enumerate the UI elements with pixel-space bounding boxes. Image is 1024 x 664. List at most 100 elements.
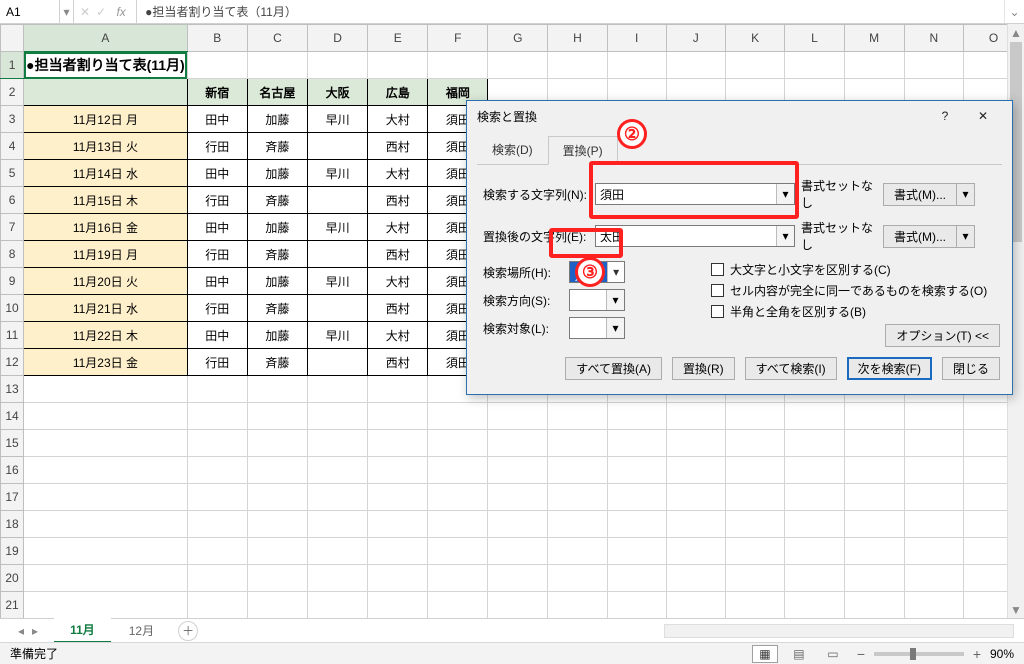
cell[interactable] xyxy=(24,430,188,457)
col-header[interactable]: H xyxy=(548,25,608,52)
cell[interactable] xyxy=(548,484,608,511)
cell[interactable] xyxy=(428,52,488,79)
cell[interactable] xyxy=(308,376,368,403)
cell[interactable]: 加藤 xyxy=(247,268,307,295)
find-format-button[interactable]: 書式(M)... xyxy=(883,183,957,206)
cell[interactable] xyxy=(308,592,368,619)
col-header[interactable]: N xyxy=(904,25,964,52)
row-header[interactable]: 16 xyxy=(1,457,24,484)
cell[interactable] xyxy=(368,52,428,79)
cell[interactable] xyxy=(247,565,307,592)
col-header[interactable]: E xyxy=(368,25,428,52)
cell[interactable] xyxy=(844,565,904,592)
close-icon[interactable]: ✕ xyxy=(964,103,1002,129)
cell[interactable] xyxy=(548,592,608,619)
cell[interactable] xyxy=(904,403,964,430)
cell[interactable] xyxy=(187,376,247,403)
row-header[interactable]: 8 xyxy=(1,241,24,268)
cell[interactable] xyxy=(607,565,666,592)
col-header[interactable]: A xyxy=(24,25,188,52)
cell[interactable] xyxy=(368,565,428,592)
row-header[interactable]: 18 xyxy=(1,511,24,538)
cell[interactable] xyxy=(368,376,428,403)
cell[interactable] xyxy=(666,538,725,565)
cell[interactable] xyxy=(247,538,307,565)
checkbox-match-entire[interactable]: セル内容が完全に同一であるものを検索する(O) xyxy=(711,282,1000,299)
cell[interactable] xyxy=(247,457,307,484)
cell[interactable] xyxy=(24,511,188,538)
replace-format-split[interactable]: ▾ xyxy=(957,225,975,248)
cell[interactable] xyxy=(725,403,785,430)
replace-input[interactable]: 太田 ▾ xyxy=(595,225,795,247)
cell[interactable]: 斉藤 xyxy=(247,295,307,322)
cell[interactable] xyxy=(607,403,666,430)
chevron-down-icon[interactable]: ▾ xyxy=(606,318,624,338)
cell[interactable]: 行田 xyxy=(187,295,247,322)
cell[interactable]: 早川 xyxy=(308,106,368,133)
chevron-down-icon[interactable]: ▾ xyxy=(607,262,624,282)
cell[interactable] xyxy=(607,52,666,79)
cell[interactable] xyxy=(428,430,488,457)
cell[interactable] xyxy=(428,538,488,565)
cell[interactable]: 行田 xyxy=(187,349,247,376)
col-header[interactable]: F xyxy=(428,25,488,52)
cell[interactable] xyxy=(187,592,247,619)
cell[interactable]: 早川 xyxy=(308,214,368,241)
cell[interactable] xyxy=(548,457,608,484)
cell[interactable] xyxy=(844,52,904,79)
cell[interactable]: 斉藤 xyxy=(247,349,307,376)
cell[interactable] xyxy=(725,592,785,619)
cell[interactable] xyxy=(187,52,247,79)
zoom-in-button[interactable]: + xyxy=(970,646,984,662)
cell[interactable] xyxy=(725,565,785,592)
cell[interactable] xyxy=(428,403,488,430)
cell[interactable] xyxy=(785,430,844,457)
cell[interactable] xyxy=(725,457,785,484)
cell[interactable]: 早川 xyxy=(308,322,368,349)
cell[interactable] xyxy=(607,592,666,619)
cell[interactable] xyxy=(24,538,188,565)
cell[interactable] xyxy=(368,511,428,538)
cell[interactable] xyxy=(844,511,904,538)
row-header[interactable]: 7 xyxy=(1,214,24,241)
col-header[interactable]: M xyxy=(844,25,904,52)
cell[interactable] xyxy=(548,403,608,430)
cell[interactable]: 11月12日 月 xyxy=(24,106,188,133)
cell[interactable] xyxy=(428,592,488,619)
cell[interactable] xyxy=(607,484,666,511)
row-header[interactable]: 20 xyxy=(1,565,24,592)
cell[interactable] xyxy=(785,592,844,619)
checkbox-match-byte[interactable]: 半角と全角を区別する(B) xyxy=(711,303,1000,320)
cell[interactable] xyxy=(368,457,428,484)
cell[interactable]: 大村 xyxy=(368,322,428,349)
zoom-value[interactable]: 90% xyxy=(990,647,1014,661)
cell[interactable] xyxy=(428,565,488,592)
searchdir-select[interactable]: ▾ xyxy=(569,289,625,311)
cell[interactable] xyxy=(308,295,368,322)
cell[interactable]: 早川 xyxy=(308,268,368,295)
cell[interactable]: 11月23日 金 xyxy=(24,349,188,376)
cell[interactable]: 田中 xyxy=(187,106,247,133)
col-header[interactable]: C xyxy=(247,25,307,52)
cell[interactable]: 行田 xyxy=(187,187,247,214)
cell[interactable] xyxy=(607,511,666,538)
cell[interactable] xyxy=(247,52,307,79)
chevron-down-icon[interactable]: ▾ xyxy=(776,184,794,204)
cell[interactable] xyxy=(308,241,368,268)
cell[interactable]: 広島 xyxy=(368,79,428,106)
zoom-slider[interactable] xyxy=(874,652,964,656)
cell[interactable] xyxy=(247,403,307,430)
tab-search[interactable]: 検索(D) xyxy=(477,135,548,164)
row-header[interactable]: 17 xyxy=(1,484,24,511)
cell[interactable] xyxy=(725,511,785,538)
row-header[interactable]: 6 xyxy=(1,187,24,214)
cell[interactable] xyxy=(844,403,904,430)
cell[interactable]: 加藤 xyxy=(247,160,307,187)
row-header[interactable]: 9 xyxy=(1,268,24,295)
replace-format-button[interactable]: 書式(M)... xyxy=(883,225,957,248)
cell[interactable] xyxy=(247,430,307,457)
cell[interactable]: 田中 xyxy=(187,214,247,241)
cell[interactable] xyxy=(308,511,368,538)
row-header[interactable]: 2 xyxy=(1,79,24,106)
cell[interactable] xyxy=(308,187,368,214)
